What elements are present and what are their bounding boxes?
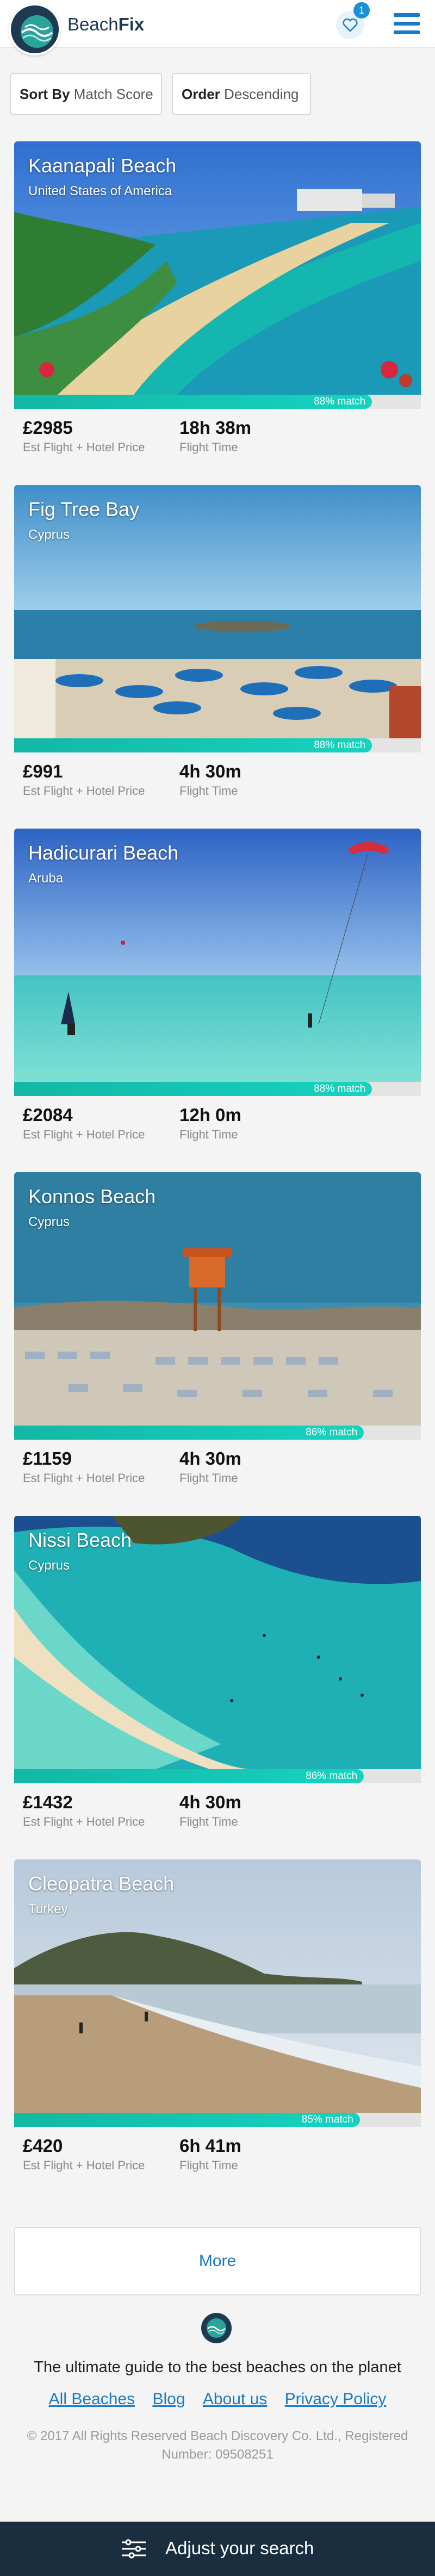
price-label: Est Flight + Hotel Price	[23, 1815, 145, 1828]
beach-country: Turkey	[28, 1902, 68, 1917]
beach-card[interactable]: Fig Tree Bay Cyprus 88% match £991 Est F…	[14, 485, 421, 811]
beach-name: Nissi Beach	[28, 1529, 132, 1551]
match-bar-fill: 88% match	[14, 1082, 372, 1096]
beach-card[interactable]: Hadicurari Beach Aruba 88% match £2084 E…	[14, 829, 421, 1155]
match-label: 86% match	[306, 1770, 358, 1782]
beach-photo[interactable]: Konnos Beach Cyprus	[14, 1172, 421, 1426]
price-value: £1159	[23, 1448, 72, 1469]
beach-name: Fig Tree Bay	[28, 498, 140, 520]
sliders-icon	[122, 2539, 146, 2559]
flight-time-value: 4h 30m	[179, 761, 241, 781]
price-value: £1432	[23, 1792, 73, 1812]
brand-name-bold: Fix	[118, 14, 145, 34]
match-bar-fill: 86% match	[14, 1426, 364, 1440]
price-value: £2084	[23, 1105, 73, 1125]
price-label: Est Flight + Hotel Price	[23, 784, 145, 798]
adjust-search-bar[interactable]: Adjust your search	[0, 2522, 435, 2576]
adjust-search-label: Adjust your search	[165, 2538, 314, 2558]
beach-photo[interactable]: Nissi Beach Cyprus	[14, 1516, 421, 1769]
beach-card[interactable]: Konnos Beach Cyprus 86% match £1159 Est …	[14, 1172, 421, 1498]
beach-photo[interactable]: Kaanapali Beach United States of America	[14, 141, 421, 395]
match-bar: 85% match	[14, 2113, 421, 2127]
flight-time-label: Flight Time	[179, 1815, 238, 1828]
beach-country: United States of America	[28, 184, 172, 198]
flight-time-value: 4h 30m	[179, 1448, 241, 1469]
beach-country: Cyprus	[28, 1215, 70, 1229]
price-label: Est Flight + Hotel Price	[23, 1128, 145, 1141]
favorites-count-badge: 1	[353, 2, 370, 18]
match-label: 88% match	[314, 1083, 366, 1094]
flight-time-label: Flight Time	[179, 2158, 238, 2172]
beach-card[interactable]: Cleopatra Beach Turkey 85% match £420 Es…	[14, 1859, 421, 2186]
flight-time-label: Flight Time	[179, 1128, 238, 1141]
match-bar: 86% match	[14, 1769, 421, 1783]
footer-tagline: The ultimate guide to the best beaches o…	[34, 2359, 401, 2376]
flight-time-value: 6h 41m	[179, 2136, 241, 2156]
beach-name: Konnos Beach	[28, 1185, 156, 1208]
match-bar: 86% match	[14, 1426, 421, 1440]
beach-card[interactable]: Kaanapali Beach United States of America…	[14, 141, 421, 468]
beach-name: Cleopatra Beach	[28, 1872, 175, 1895]
price-value: £2985	[23, 418, 73, 438]
footer-link-all-beaches[interactable]: All Beaches	[49, 2390, 135, 2408]
beach-name: Hadicurari Beach	[28, 842, 179, 864]
order-value: Descending	[224, 86, 299, 102]
match-label: 88% match	[314, 739, 366, 751]
beach-photo[interactable]: Fig Tree Bay Cyprus	[14, 485, 421, 738]
price-label: Est Flight + Hotel Price	[23, 1471, 145, 1485]
sort-by-value: Match Score	[73, 86, 153, 102]
match-bar-fill: 86% match	[14, 1769, 364, 1783]
beach-name: Kaanapali Beach	[28, 154, 177, 177]
footer-logo-icon	[201, 2313, 232, 2343]
price-label: Est Flight + Hotel Price	[23, 440, 145, 454]
flight-time-label: Flight Time	[179, 784, 238, 798]
match-bar-fill: 88% match	[14, 395, 372, 409]
footer-link-blog[interactable]: Blog	[152, 2390, 185, 2408]
footer-copyright: © 2017 All Rights Reserved Beach Discove…	[27, 2429, 408, 2462]
beach-country: Aruba	[28, 871, 64, 886]
brand-name[interactable]: BeachFix	[67, 14, 144, 35]
flight-time-value: 12h 0m	[179, 1105, 241, 1125]
hamburger-menu-icon[interactable]	[393, 11, 421, 37]
match-bar: 88% match	[14, 395, 421, 409]
footer-link-about-us[interactable]: About us	[203, 2390, 267, 2408]
match-label: 88% match	[314, 396, 366, 407]
sort-by-button[interactable]: Sort By Match Score	[10, 73, 162, 115]
app-header: BeachFix 1	[0, 0, 435, 55]
match-bar: 88% match	[14, 1082, 421, 1096]
order-button[interactable]: Order Descending	[172, 73, 311, 115]
beach-country: Cyprus	[28, 1558, 70, 1573]
more-button[interactable]: More	[14, 2227, 421, 2295]
beach-photo[interactable]: Hadicurari Beach Aruba	[14, 829, 421, 1082]
price-value: £991	[23, 761, 63, 781]
match-label: 86% match	[306, 1427, 358, 1438]
logo-icon[interactable]	[9, 3, 61, 55]
match-label: 85% match	[301, 2114, 353, 2125]
beach-photo[interactable]: Cleopatra Beach Turkey	[14, 1859, 421, 2113]
match-bar: 88% match	[14, 738, 421, 752]
match-bar-fill: 85% match	[14, 2113, 360, 2127]
sort-by-label: Sort By	[20, 86, 70, 102]
beach-country: Cyprus	[28, 527, 70, 542]
beach-card[interactable]: Nissi Beach Cyprus 86% match £1432 Est F…	[14, 1516, 421, 1842]
footer-links: All Beaches Blog About us Privacy Policy	[0, 2390, 435, 2409]
order-label: Order	[182, 86, 220, 102]
brand-name-light: Beach	[67, 14, 119, 34]
footer-link-privacy-policy[interactable]: Privacy Policy	[285, 2390, 387, 2408]
flight-time-label: Flight Time	[179, 440, 238, 454]
price-label: Est Flight + Hotel Price	[23, 2158, 145, 2172]
flight-time-value: 18h 38m	[179, 418, 252, 438]
flight-time-value: 4h 30m	[179, 1792, 241, 1812]
flight-time-label: Flight Time	[179, 1471, 238, 1485]
price-value: £420	[23, 2136, 63, 2156]
match-bar-fill: 88% match	[14, 738, 372, 752]
